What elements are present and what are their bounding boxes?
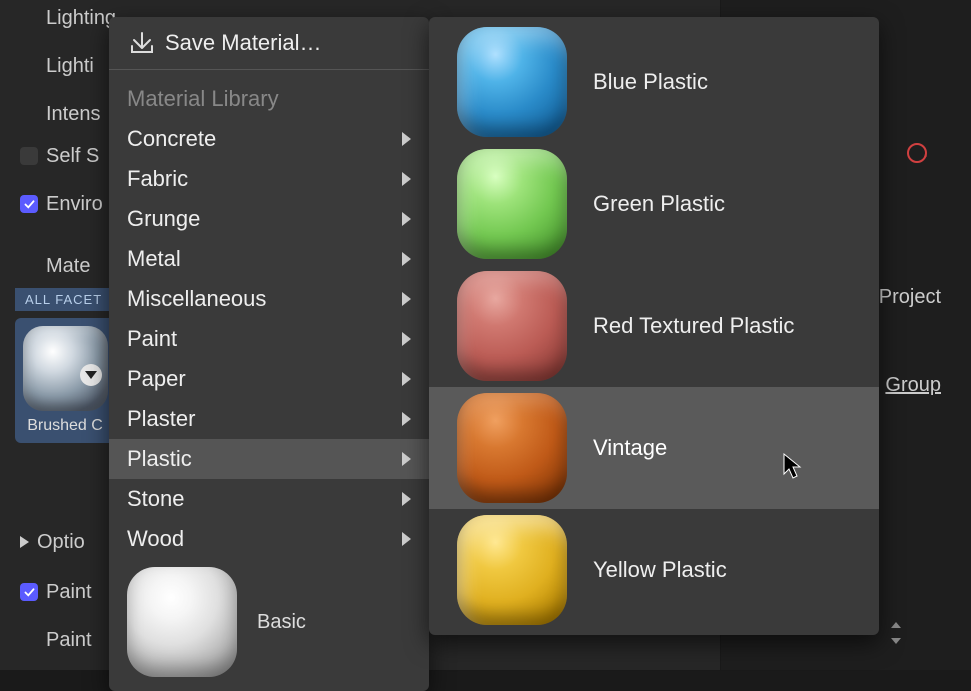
- basic-material-item[interactable]: Basic: [109, 559, 429, 677]
- material-item-blue-plastic[interactable]: Blue Plastic: [429, 21, 879, 143]
- preview-dropdown-button[interactable]: [80, 364, 102, 386]
- label: Stone: [127, 486, 185, 512]
- disclosure-triangle-icon: [20, 536, 29, 548]
- category-item-fabric[interactable]: Fabric: [109, 159, 429, 199]
- label: Vintage: [593, 435, 667, 461]
- category-item-concrete[interactable]: Concrete: [109, 119, 429, 159]
- category-item-paint[interactable]: Paint: [109, 319, 429, 359]
- options-row[interactable]: Optio: [20, 524, 85, 560]
- lighting-row: Lighti: [20, 48, 94, 84]
- project-label[interactable]: Project: [879, 286, 941, 309]
- paint-checkbox-row: Paint: [20, 574, 92, 610]
- category-item-plastic[interactable]: Plastic: [109, 439, 429, 479]
- submenu-arrow-icon: [402, 212, 411, 226]
- menu-separator: [109, 69, 429, 70]
- submenu-arrow-icon: [402, 172, 411, 186]
- material-item-green-plastic[interactable]: Green Plastic: [429, 143, 879, 265]
- material-preview-swatch: [23, 326, 108, 411]
- submenu-arrow-icon: [402, 372, 411, 386]
- category-item-stone[interactable]: Stone: [109, 479, 429, 519]
- material-row: Mate: [20, 248, 90, 284]
- material-item-yellow-plastic[interactable]: Yellow Plastic: [429, 509, 879, 631]
- self-shadow-row: Self S: [20, 138, 99, 174]
- save-icon: [129, 30, 155, 56]
- label: Intens: [46, 103, 100, 126]
- basic-swatch: [127, 567, 237, 677]
- cursor-icon: [782, 452, 804, 480]
- material-library-header: Material Library: [109, 76, 429, 119]
- label: Basic: [257, 611, 306, 634]
- material-item-vintage[interactable]: Vintage: [429, 387, 879, 509]
- material-context-menu: Save Material… Material Library Concrete…: [109, 17, 429, 691]
- material-swatch: [457, 393, 567, 503]
- label: Red Textured Plastic: [593, 313, 794, 339]
- stepper-up-icon: [891, 622, 901, 628]
- material-swatch: [457, 271, 567, 381]
- mask-icon[interactable]: [905, 140, 931, 166]
- lighting-header: Lighting: [20, 0, 116, 36]
- label: Mate: [46, 255, 90, 278]
- group-label[interactable]: Group: [885, 374, 941, 397]
- label: Green Plastic: [593, 191, 725, 217]
- self-shadow-checkbox[interactable]: [20, 147, 38, 165]
- all-facets-tab[interactable]: ALL FACET: [15, 288, 112, 311]
- label: Enviro: [46, 193, 103, 216]
- material-preview-well[interactable]: Brushed C: [15, 318, 115, 443]
- label: Paint: [46, 629, 92, 652]
- environment-row: Enviro: [20, 186, 103, 222]
- label: Yellow Plastic: [593, 557, 727, 583]
- label: Plastic: [127, 446, 192, 472]
- label: Paint: [46, 581, 92, 604]
- plastic-submenu: Blue Plastic Green Plastic Red Textured Pl…: [429, 17, 879, 635]
- label: Concrete: [127, 126, 216, 152]
- label: Grunge: [127, 206, 200, 232]
- check-icon: [23, 198, 36, 211]
- submenu-arrow-icon: [402, 452, 411, 466]
- label: Save Material…: [165, 30, 322, 56]
- submenu-arrow-icon: [402, 532, 411, 546]
- submenu-arrow-icon: [402, 252, 411, 266]
- submenu-arrow-icon: [402, 412, 411, 426]
- submenu-arrow-icon: [402, 132, 411, 146]
- category-item-wood[interactable]: Wood: [109, 519, 429, 559]
- stepper-down-icon: [891, 638, 901, 644]
- paint-row: Paint: [20, 622, 92, 658]
- label: Optio: [37, 531, 85, 554]
- material-swatch: [457, 515, 567, 625]
- submenu-arrow-icon: [402, 332, 411, 346]
- chevron-down-icon: [85, 371, 97, 379]
- label: Miscellaneous: [127, 286, 266, 312]
- label: Fabric: [127, 166, 188, 192]
- label: Material Library: [127, 86, 279, 112]
- material-swatch: [457, 149, 567, 259]
- label: Paint: [127, 326, 177, 352]
- label: Lighti: [46, 55, 94, 78]
- check-icon: [23, 586, 36, 599]
- submenu-arrow-icon: [402, 292, 411, 306]
- preview-name: Brushed C: [27, 417, 103, 435]
- category-item-paper[interactable]: Paper: [109, 359, 429, 399]
- category-item-plaster[interactable]: Plaster: [109, 399, 429, 439]
- save-material-item[interactable]: Save Material…: [109, 23, 429, 63]
- label: Paper: [127, 366, 186, 392]
- label: Self S: [46, 145, 99, 168]
- material-item-red-textured-plastic[interactable]: Red Textured Plastic: [429, 265, 879, 387]
- material-swatch: [457, 27, 567, 137]
- category-item-grunge[interactable]: Grunge: [109, 199, 429, 239]
- category-item-metal[interactable]: Metal: [109, 239, 429, 279]
- label: Blue Plastic: [593, 69, 708, 95]
- label: Wood: [127, 526, 184, 552]
- label: Metal: [127, 246, 181, 272]
- submenu-arrow-icon: [402, 492, 411, 506]
- paint-checkbox[interactable]: [20, 583, 38, 601]
- label: Plaster: [127, 406, 195, 432]
- label: Lighting: [46, 7, 116, 30]
- environment-checkbox[interactable]: [20, 195, 38, 213]
- category-item-miscellaneous[interactable]: Miscellaneous: [109, 279, 429, 319]
- mask-icon-svg: [905, 140, 931, 166]
- intensity-row: Intens: [20, 96, 100, 132]
- value-stepper[interactable]: [891, 622, 903, 644]
